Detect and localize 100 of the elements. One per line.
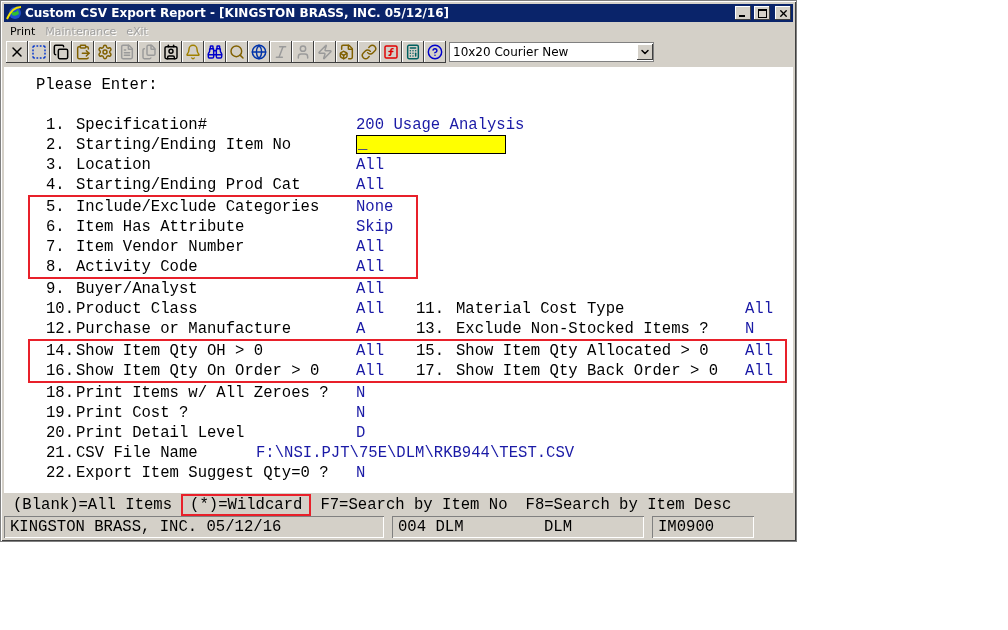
maximize-icon xyxy=(757,8,767,18)
field-label: Specification# xyxy=(76,115,208,135)
binoculars-icon xyxy=(207,44,223,60)
toolbar-button[interactable] xyxy=(160,41,182,63)
key-hint: F8=Search by Item Desc xyxy=(524,495,733,516)
status-text: KINGSTON BRASS, INC. 05/12/16 xyxy=(10,518,282,536)
field-label: Show Item Qty Allocated > 0 xyxy=(456,341,710,361)
field-label: Print Detail Level xyxy=(76,423,246,443)
toolbar-button[interactable] xyxy=(6,41,28,63)
field-number: 20. xyxy=(46,423,76,443)
field-number: 6. xyxy=(46,217,66,237)
dashed-square-icon xyxy=(31,44,47,60)
field-number: 13. xyxy=(416,319,446,339)
field-value: 200 Usage Analysis xyxy=(356,115,525,135)
toolbar-button[interactable] xyxy=(380,41,402,63)
person-icon xyxy=(295,44,311,60)
field-label: Print Items w/ All Zeroes ? xyxy=(76,383,330,403)
menu-item[interactable]: Print xyxy=(10,25,36,38)
field-number: 9. xyxy=(46,279,66,299)
field-label: Exclude Non-Stocked Items ? xyxy=(456,319,710,339)
field-number: 5. xyxy=(46,197,66,217)
field-label: Show Item Qty OH > 0 xyxy=(76,341,265,361)
toolbar-button[interactable] xyxy=(226,41,248,63)
field-value: N xyxy=(356,403,367,423)
toolbar-button[interactable] xyxy=(204,41,226,63)
close-button[interactable] xyxy=(775,6,791,20)
field-value: All xyxy=(745,361,775,381)
field-value: All xyxy=(356,175,386,195)
field-label: Item Vendor Number xyxy=(76,237,246,257)
toolbar-button[interactable] xyxy=(424,41,446,63)
key-hint: (Blank)=All Items xyxy=(12,495,174,516)
field-number: 10. xyxy=(46,299,76,319)
field-label: Show Item Qty Back Order > 0 xyxy=(456,361,720,381)
toolbar-button[interactable] xyxy=(182,41,204,63)
field-number: 3. xyxy=(46,155,66,175)
italic-letter-icon xyxy=(273,44,289,60)
field-number: 8. xyxy=(46,257,66,277)
field-number: 17. xyxy=(416,361,446,381)
close-icon xyxy=(777,7,789,19)
field-number: 12. xyxy=(46,319,76,339)
field-label: Product Class xyxy=(76,299,199,319)
field-number: 16. xyxy=(46,361,76,381)
toolbar-button[interactable] xyxy=(248,41,270,63)
globe-icon xyxy=(251,44,267,60)
close-icon xyxy=(9,44,25,60)
field-value: F:\NSI.PJT\75E\DLM\RKB944\TEST.CSV xyxy=(256,443,576,463)
toolbar-button[interactable] xyxy=(358,41,380,63)
field-label: Starting/Ending Item No xyxy=(76,135,293,155)
key-hint: F7=Search by Item No xyxy=(319,495,509,516)
input-field[interactable]: _ xyxy=(356,135,506,154)
field-number: 4. xyxy=(46,175,66,195)
field-number: 14. xyxy=(46,341,76,361)
field-value: All xyxy=(356,279,386,299)
chain-link-icon xyxy=(361,44,377,60)
search-icon xyxy=(229,44,245,60)
field-label: Location xyxy=(76,155,152,175)
field-label: Purchase or Manufacture xyxy=(76,319,293,339)
toolbar-button[interactable] xyxy=(402,41,424,63)
dropdown-button[interactable] xyxy=(637,44,653,60)
toolbar-button[interactable] xyxy=(94,41,116,63)
function-icon xyxy=(383,44,399,60)
paste-icon xyxy=(75,44,91,60)
field-value: Skip xyxy=(356,217,395,237)
field-value: N xyxy=(745,319,756,339)
field-number: 15. xyxy=(416,341,446,361)
gear-icon xyxy=(97,44,113,60)
field-value: All xyxy=(356,237,386,257)
toolbar-button[interactable] xyxy=(336,41,358,63)
toolbar-button[interactable] xyxy=(50,41,72,63)
lightning-icon xyxy=(317,44,333,60)
field-value: All xyxy=(745,299,775,319)
field-number: 18. xyxy=(46,383,76,403)
field-value: All xyxy=(356,257,386,277)
field-label: Activity Code xyxy=(76,257,199,277)
field-label: Item Has Attribute xyxy=(76,217,246,237)
status-text: DLM xyxy=(544,518,573,536)
field-label: Export Item Suggest Qty=0 ? xyxy=(76,463,330,483)
field-value: D xyxy=(356,423,367,443)
field-value: N xyxy=(356,463,367,483)
field-label: Material Cost Type xyxy=(456,299,626,319)
field-number: 1. xyxy=(46,115,66,135)
toolbar-button[interactable] xyxy=(28,41,50,63)
field-value: None xyxy=(356,197,395,217)
field-number: 19. xyxy=(46,403,76,423)
copy-icon xyxy=(53,44,69,60)
field-value: All xyxy=(356,299,386,319)
field-value: All xyxy=(356,155,386,175)
maximize-button[interactable] xyxy=(754,6,770,20)
globe-icon xyxy=(6,5,22,21)
field-number: 21. xyxy=(46,443,76,463)
field-value: A xyxy=(356,319,367,339)
toolbar-button[interactable] xyxy=(72,41,94,63)
field-label: Buyer/Analyst xyxy=(76,279,199,299)
font-select[interactable]: 10x20 Courier New xyxy=(449,42,654,62)
minimize-button[interactable] xyxy=(735,6,751,20)
field-value: All xyxy=(745,341,775,361)
document-icon xyxy=(141,44,157,60)
field-label: Include/Exclude Categories xyxy=(76,197,321,217)
field-label: CSV File Name xyxy=(76,443,199,463)
status-text: 004 DLM xyxy=(398,518,465,536)
